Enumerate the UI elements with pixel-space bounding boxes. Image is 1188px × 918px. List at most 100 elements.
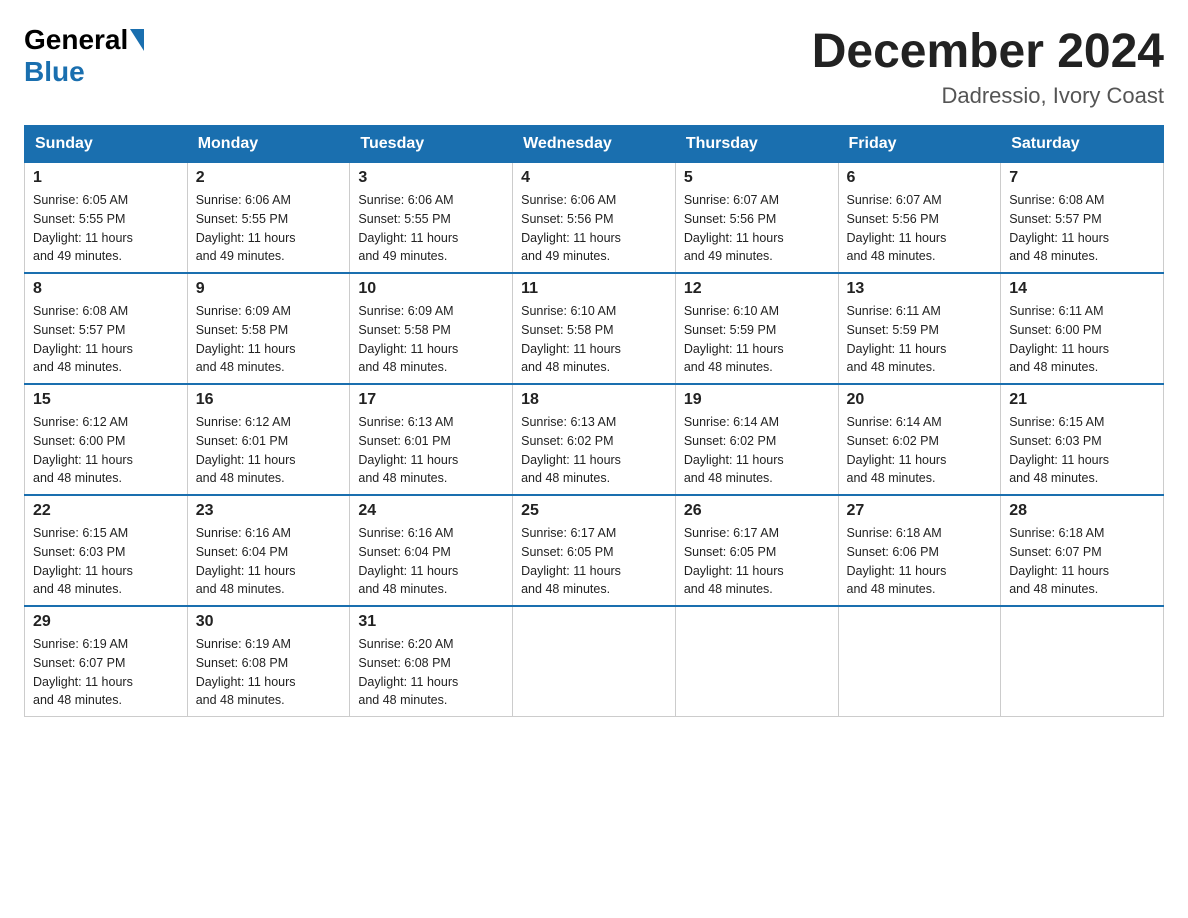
day-number: 25 [521, 502, 667, 520]
calendar-cell: 1Sunrise: 6:05 AMSunset: 5:55 PMDaylight… [25, 162, 188, 273]
calendar-cell: 16 Sunrise: 6:12 AMSunset: 6:01 PMDayligh… [187, 384, 350, 495]
day-info: Sunrise: 6:10 AMSunset: 5:59 PMDaylight:… [684, 302, 830, 377]
day-number: 29 [33, 613, 179, 631]
day-info: Sunrise: 6:09 AMSunset: 5:58 PMDaylight:… [358, 302, 504, 377]
day-number: 16 [196, 391, 342, 409]
day-number: 17 [358, 391, 504, 409]
calendar-cell: 26Sunrise: 6:17 AMSunset: 6:05 PMDayligh… [675, 495, 838, 606]
day-number: 21 [1009, 391, 1155, 409]
calendar-cell: 23 Sunrise: 6:16 AMSunset: 6:04 PMDayligh… [187, 495, 350, 606]
calendar-cell [1001, 606, 1164, 717]
day-number: 28 [1009, 502, 1155, 520]
day-number: 27 [847, 502, 993, 520]
day-info: Sunrise: 6:19 AMSunset: 6:08 PMDaylight:… [196, 635, 342, 710]
week-row-5: 29Sunrise: 6:19 AMSunset: 6:07 PMDayligh… [25, 606, 1164, 717]
calendar-cell: 12 Sunrise: 6:10 AMSunset: 5:59 PMDayligh… [675, 273, 838, 384]
calendar-cell: 11 Sunrise: 6:10 AMSunset: 5:58 PMDayligh… [513, 273, 676, 384]
weekday-header-sunday: Sunday [25, 126, 188, 162]
day-number: 13 [847, 280, 993, 298]
calendar-cell [675, 606, 838, 717]
day-info: Sunrise: 6:07 AMSunset: 5:56 PMDaylight:… [847, 191, 993, 266]
day-number: 2 [196, 169, 342, 187]
day-number: 18 [521, 391, 667, 409]
logo-general-text: General [24, 24, 128, 56]
calendar-cell: 27 Sunrise: 6:18 AMSunset: 6:06 PMDayligh… [838, 495, 1001, 606]
calendar-cell: 29Sunrise: 6:19 AMSunset: 6:07 PMDayligh… [25, 606, 188, 717]
calendar-cell: 22 Sunrise: 6:15 AMSunset: 6:03 PMDayligh… [25, 495, 188, 606]
day-info: Sunrise: 6:11 AMSunset: 5:59 PMDaylight:… [847, 302, 993, 377]
day-info: Sunrise: 6:13 AMSunset: 6:02 PMDaylight:… [521, 413, 667, 488]
month-title: December 2024 [812, 24, 1164, 79]
day-number: 10 [358, 280, 504, 298]
day-info: Sunrise: 6:15 AMSunset: 6:03 PMDaylight:… [33, 524, 179, 599]
calendar-cell: 14 Sunrise: 6:11 AMSunset: 6:00 PMDayligh… [1001, 273, 1164, 384]
day-number: 7 [1009, 169, 1155, 187]
day-info: Sunrise: 6:06 AMSunset: 5:56 PMDaylight:… [521, 191, 667, 266]
day-number: 4 [521, 169, 667, 187]
day-info: Sunrise: 6:07 AMSunset: 5:56 PMDaylight:… [684, 191, 830, 266]
day-info: Sunrise: 6:10 AMSunset: 5:58 PMDaylight:… [521, 302, 667, 377]
day-number: 3 [358, 169, 504, 187]
calendar-table: SundayMondayTuesdayWednesdayThursdayFrid… [24, 125, 1164, 717]
calendar-cell [838, 606, 1001, 717]
day-number: 24 [358, 502, 504, 520]
day-info: Sunrise: 6:12 AMSunset: 6:00 PMDaylight:… [33, 413, 179, 488]
day-number: 30 [196, 613, 342, 631]
weekday-header-monday: Monday [187, 126, 350, 162]
calendar-cell: 2Sunrise: 6:06 AMSunset: 5:55 PMDaylight… [187, 162, 350, 273]
day-info: Sunrise: 6:11 AMSunset: 6:00 PMDaylight:… [1009, 302, 1155, 377]
day-number: 14 [1009, 280, 1155, 298]
calendar-cell: 13 Sunrise: 6:11 AMSunset: 5:59 PMDayligh… [838, 273, 1001, 384]
calendar-cell [513, 606, 676, 717]
day-info: Sunrise: 6:06 AMSunset: 5:55 PMDaylight:… [358, 191, 504, 266]
day-number: 5 [684, 169, 830, 187]
day-number: 8 [33, 280, 179, 298]
day-info: Sunrise: 6:12 AMSunset: 6:01 PMDaylight:… [196, 413, 342, 488]
calendar-cell: 21 Sunrise: 6:15 AMSunset: 6:03 PMDayligh… [1001, 384, 1164, 495]
title-area: December 2024 Dadressio, Ivory Coast [812, 24, 1164, 109]
day-number: 12 [684, 280, 830, 298]
day-info: Sunrise: 6:16 AMSunset: 6:04 PMDaylight:… [196, 524, 342, 599]
calendar-cell: 15 Sunrise: 6:12 AMSunset: 6:00 PMDayligh… [25, 384, 188, 495]
day-number: 15 [33, 391, 179, 409]
calendar-cell: 25 Sunrise: 6:17 AMSunset: 6:05 PMDayligh… [513, 495, 676, 606]
calendar-cell: 30 Sunrise: 6:19 AMSunset: 6:08 PMDayligh… [187, 606, 350, 717]
calendar-cell: 31 Sunrise: 6:20 AMSunset: 6:08 PMDayligh… [350, 606, 513, 717]
day-info: Sunrise: 6:18 AMSunset: 6:07 PMDaylight:… [1009, 524, 1155, 599]
day-number: 22 [33, 502, 179, 520]
calendar-cell: 20Sunrise: 6:14 AMSunset: 6:02 PMDayligh… [838, 384, 1001, 495]
logo: General Blue [24, 24, 146, 88]
day-info: Sunrise: 6:17 AMSunset: 6:05 PMDaylight:… [521, 524, 667, 599]
day-info: Sunrise: 6:18 AMSunset: 6:06 PMDaylight:… [847, 524, 993, 599]
calendar-cell: 4 Sunrise: 6:06 AMSunset: 5:56 PMDaylight… [513, 162, 676, 273]
calendar-cell: 6 Sunrise: 6:07 AMSunset: 5:56 PMDaylight… [838, 162, 1001, 273]
day-number: 11 [521, 280, 667, 298]
calendar-cell: 3 Sunrise: 6:06 AMSunset: 5:55 PMDaylight… [350, 162, 513, 273]
day-info: Sunrise: 6:09 AMSunset: 5:58 PMDaylight:… [196, 302, 342, 377]
day-number: 23 [196, 502, 342, 520]
day-info: Sunrise: 6:08 AMSunset: 5:57 PMDaylight:… [1009, 191, 1155, 266]
day-info: Sunrise: 6:05 AMSunset: 5:55 PMDaylight:… [33, 191, 179, 266]
weekday-header-wednesday: Wednesday [513, 126, 676, 162]
weekday-header-row: SundayMondayTuesdayWednesdayThursdayFrid… [25, 126, 1164, 162]
weekday-header-saturday: Saturday [1001, 126, 1164, 162]
day-info: Sunrise: 6:17 AMSunset: 6:05 PMDaylight:… [684, 524, 830, 599]
calendar-cell: 28 Sunrise: 6:18 AMSunset: 6:07 PMDayligh… [1001, 495, 1164, 606]
week-row-2: 8 Sunrise: 6:08 AMSunset: 5:57 PMDaylight… [25, 273, 1164, 384]
calendar-cell: 24Sunrise: 6:16 AMSunset: 6:04 PMDayligh… [350, 495, 513, 606]
day-info: Sunrise: 6:15 AMSunset: 6:03 PMDaylight:… [1009, 413, 1155, 488]
day-info: Sunrise: 6:08 AMSunset: 5:57 PMDaylight:… [33, 302, 179, 377]
day-info: Sunrise: 6:13 AMSunset: 6:01 PMDaylight:… [358, 413, 504, 488]
day-number: 6 [847, 169, 993, 187]
day-number: 31 [358, 613, 504, 631]
calendar-cell: 9 Sunrise: 6:09 AMSunset: 5:58 PMDaylight… [187, 273, 350, 384]
calendar-cell: 7 Sunrise: 6:08 AMSunset: 5:57 PMDaylight… [1001, 162, 1164, 273]
location: Dadressio, Ivory Coast [812, 83, 1164, 109]
day-number: 20 [847, 391, 993, 409]
weekday-header-tuesday: Tuesday [350, 126, 513, 162]
week-row-3: 15 Sunrise: 6:12 AMSunset: 6:00 PMDayligh… [25, 384, 1164, 495]
day-info: Sunrise: 6:20 AMSunset: 6:08 PMDaylight:… [358, 635, 504, 710]
calendar-cell: 17 Sunrise: 6:13 AMSunset: 6:01 PMDayligh… [350, 384, 513, 495]
week-row-4: 22 Sunrise: 6:15 AMSunset: 6:03 PMDayligh… [25, 495, 1164, 606]
day-number: 9 [196, 280, 342, 298]
